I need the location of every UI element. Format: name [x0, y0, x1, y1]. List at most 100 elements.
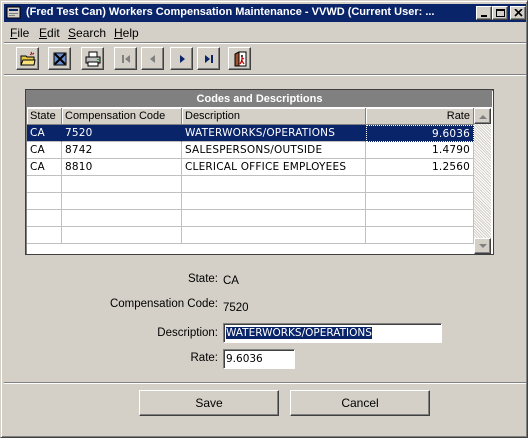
minimize-button[interactable] [476, 6, 492, 20]
window-title: (Fred Test Can) Workers Compensation Mai… [26, 6, 435, 18]
empty-cell[interactable] [182, 176, 366, 193]
cancel-button[interactable]: Cancel [290, 390, 430, 416]
column-header-rate[interactable]: Rate [366, 108, 474, 125]
empty-cell[interactable] [366, 227, 474, 244]
last-record-icon [205, 55, 213, 63]
column-header-description[interactable]: Description [182, 108, 366, 125]
print-icon [85, 51, 101, 67]
scroll-down-button[interactable] [474, 238, 491, 254]
menu-edit[interactable]: Edit [39, 26, 60, 40]
compensation-code-value: 7520 [223, 302, 249, 314]
button-bar: Save Cancel [4, 385, 526, 435]
exit-button[interactable] [228, 47, 251, 70]
cell-description[interactable]: CLERICAL OFFICE EMPLOYEES [182, 159, 366, 176]
open-folder-icon [20, 51, 36, 66]
menu-search[interactable]: Search [68, 26, 106, 40]
compensation-code-label: Compensation Code: [109, 298, 218, 310]
close-button[interactable] [510, 6, 526, 20]
empty-row[interactable] [27, 193, 474, 210]
description-label: Description: [157, 327, 218, 339]
cell-rate[interactable]: 1.4790 [366, 142, 474, 159]
minimize-icon [481, 15, 487, 17]
save-button[interactable]: Save [139, 390, 279, 416]
empty-cell[interactable] [62, 176, 182, 193]
maximize-icon [496, 9, 505, 17]
cell-description[interactable]: SALESPERSONS/OUTSIDE [182, 142, 366, 159]
cell-rate[interactable]: 9.6036 [366, 125, 474, 142]
empty-row[interactable] [27, 227, 474, 244]
column-header-code[interactable]: Compensation Code [62, 108, 182, 125]
menu-separator [4, 42, 526, 44]
delete-icon [53, 52, 67, 66]
maximize-button[interactable] [492, 6, 508, 20]
menu-edit-mnemonic: E [39, 26, 48, 40]
last-record-button[interactable] [197, 47, 220, 70]
print-button[interactable] [81, 47, 104, 70]
table-row[interactable]: CA 8742 SALESPERSONS/OUTSIDE 1.4790 [27, 142, 474, 159]
previous-record-button[interactable] [141, 47, 164, 70]
first-record-button[interactable] [114, 47, 137, 70]
description-field[interactable]: WATERWORKS/OPERATIONS [223, 323, 442, 343]
empty-cell[interactable] [182, 227, 366, 244]
content-panel: Codes and Descriptions State Compensatio… [4, 79, 526, 381]
menu-file-label: ile [17, 26, 30, 40]
delete-button[interactable] [48, 47, 71, 70]
toolbar [4, 45, 526, 73]
cell-code[interactable]: 8742 [62, 142, 182, 159]
scroll-up-icon [479, 115, 487, 119]
empty-cell[interactable] [27, 227, 62, 244]
empty-cell[interactable] [182, 210, 366, 227]
empty-cell[interactable] [62, 227, 182, 244]
new-button[interactable] [16, 47, 39, 70]
empty-cell[interactable] [27, 176, 62, 193]
next-record-icon [180, 55, 185, 63]
empty-cell[interactable] [27, 210, 62, 227]
first-record-icon [122, 55, 130, 63]
empty-cell[interactable] [62, 193, 182, 210]
codes-grid: Codes and Descriptions State Compensatio… [25, 89, 494, 255]
empty-cell[interactable] [62, 210, 182, 227]
exit-door-icon [234, 51, 247, 67]
scroll-up-button[interactable] [474, 108, 491, 124]
empty-cell[interactable] [366, 193, 474, 210]
cell-description[interactable]: WATERWORKS/OPERATIONS [182, 125, 366, 142]
empty-cell[interactable] [366, 210, 474, 227]
empty-cell[interactable] [366, 176, 474, 193]
menu-file[interactable]: File [10, 26, 29, 40]
cell-code[interactable]: 8810 [62, 159, 182, 176]
description-selected-text: WATERWORKS/OPERATIONS [226, 327, 372, 339]
empty-row[interactable] [27, 210, 474, 227]
next-record-button[interactable] [170, 47, 193, 70]
button-separator [4, 382, 526, 384]
menu-search-label: earch [76, 26, 107, 40]
cell-code[interactable]: 7520 [62, 125, 182, 142]
menu-search-mnemonic: S [68, 26, 77, 40]
grid-caption: Codes and Descriptions [27, 91, 492, 107]
cell-state[interactable]: CA [27, 159, 62, 176]
state-value: CA [223, 275, 239, 287]
state-label: State: [187, 273, 218, 285]
rate-field[interactable]: 9.6036 [223, 349, 295, 369]
scroll-track[interactable] [474, 124, 491, 238]
grid-vertical-scrollbar[interactable] [474, 108, 491, 254]
menu-help-mnemonic: H [114, 26, 123, 40]
previous-record-icon [150, 55, 155, 63]
menu-help-label: elp [122, 26, 139, 40]
empty-cell[interactable] [182, 193, 366, 210]
cell-state[interactable]: CA [27, 142, 62, 159]
grid-header-row: State Compensation Code Description Rate [27, 108, 474, 125]
menu-bar: File Edit Search Help [4, 23, 526, 42]
app-icon [6, 6, 21, 19]
table-row[interactable]: CA 8810 CLERICAL OFFICE EMPLOYEES 1.2560 [27, 159, 474, 176]
grid-rows: CA 7520 WATERWORKS/OPERATIONS 9.6036 CA … [27, 125, 474, 255]
empty-cell[interactable] [27, 193, 62, 210]
menu-help[interactable]: Help [114, 26, 139, 40]
close-icon [514, 9, 523, 17]
empty-row[interactable] [27, 176, 474, 193]
menu-edit-label: dit [47, 26, 60, 40]
cell-rate[interactable]: 1.2560 [366, 159, 474, 176]
column-header-state[interactable]: State [27, 108, 62, 125]
cell-state[interactable]: CA [27, 125, 62, 142]
table-row[interactable]: CA 7520 WATERWORKS/OPERATIONS 9.6036 [27, 125, 474, 142]
title-bar[interactable]: (Fred Test Can) Workers Compensation Mai… [4, 4, 526, 22]
